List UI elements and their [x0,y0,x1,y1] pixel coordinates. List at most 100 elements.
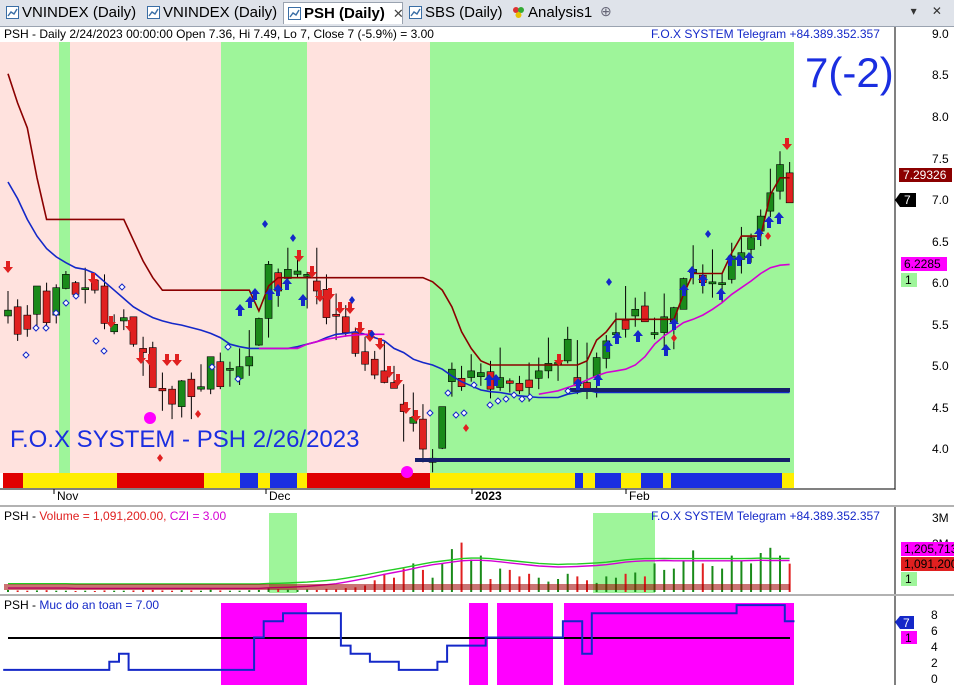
safety-pane-title: PSH - Muc do an toan = 7.00 [4,598,159,612]
x-tick-label: 2023 [475,489,502,503]
candle-body [216,361,225,387]
candle [206,356,215,395]
volume-bar [84,590,87,592]
volume-bar [7,589,9,592]
candle-body [747,237,755,250]
candle-body [708,281,717,285]
telegram-label: F.O.X SYSTEM Telegram +84.389.352.357 [651,27,880,41]
candle-body [370,358,379,376]
candle-body [245,356,254,367]
price-tick-label: 9.0 [932,27,949,41]
candle-body [293,270,302,275]
zone-pink [307,42,430,473]
price-tick-label: 6.0 [932,276,949,290]
chart-tab-icon [147,6,160,19]
volume-title-volume: Volume = 1,091,200.00, [39,509,169,523]
tab-bar: VNINDEX (Daily) VNINDEX (Daily) PSH (Dai… [0,0,954,27]
strip-seg-yellow [204,473,240,488]
price-tick-label: 5.5 [932,318,949,332]
price-pane[interactable]: 9.0 8.5 8.0 7.5 7.0 6.5 6.0 5.5 5.0 4.5 … [0,27,952,490]
candle-body [467,370,476,378]
candle-body [100,285,109,324]
strip-seg-blue [595,473,621,488]
candle-body [81,287,89,290]
chart-area[interactable]: 9.0 8.5 8.0 7.5 7.0 6.5 6.0 5.5 5.0 4.5 … [0,26,954,685]
candle-body [419,418,427,450]
zone-green [269,513,297,593]
safety-badge-value: 7 [903,616,910,630]
volume-bar [180,590,183,592]
volume-baseline-band [4,584,790,590]
zone-pink [0,42,59,473]
safety-title-prefix: PSH - [4,598,39,612]
volume-bar [35,590,38,592]
tab-psh[interactable]: PSH (Daily) ✕ [283,2,404,24]
volume-bar [209,589,212,592]
tab-sbs[interactable]: SBS (Daily) [405,2,503,24]
price-badge-last: 7 [904,193,911,207]
safety-tick-label: 4 [931,640,938,654]
candle-body [187,378,196,397]
volume-bar [74,590,77,592]
tab-vnindex-1[interactable]: VNINDEX (Daily) [2,2,136,24]
volume-bar [26,590,29,592]
candle-body [477,372,485,377]
safety-tick-label: 2 [931,656,938,670]
candle-body [4,309,12,317]
volume-bar [45,590,48,592]
volume-title-prefix: PSH - [4,509,39,523]
candle-body [621,319,630,330]
candle-body [650,332,659,335]
volume-bar [228,590,231,592]
volume-bar [55,590,58,592]
window-controls[interactable]: ▾ ✕ [911,4,948,18]
x-tick-label: Feb [629,489,650,503]
zone-green [221,42,307,473]
candle-body [631,308,640,317]
volume-bar [286,589,289,592]
zone-pink [70,42,221,473]
safety-pane[interactable]: PSH - Muc do an toan = 7.00 8 6 4 2 0 7 … [0,596,938,685]
strip-seg-red [117,473,204,488]
analysis-tab-icon [513,7,524,18]
tab-label: VNINDEX (Daily) [22,4,137,21]
candle-body [148,347,157,388]
safe-zone [564,603,794,685]
candle-body [177,380,186,407]
volume-bar [113,590,116,592]
volume-bar [103,590,106,592]
x-axis-bg [0,489,895,504]
volume-bar [93,590,96,592]
candle-body [438,406,447,449]
candle-body [525,379,533,388]
candle-body [139,348,147,353]
candle-body [158,388,167,392]
volume-title-czi: CZI = 3.00 [170,509,227,523]
watermark-label: F.O.X SYSTEM - PSH 2/26/2023 [10,426,359,453]
safe-zone [497,603,553,685]
chart-tab-icon [409,6,422,19]
price-pane-header: PSH - Daily 2/24/2023 00:00:00 Open 7.36… [4,27,434,41]
volume-bar [122,590,125,592]
strip-seg-yellow [782,473,794,488]
safety-tick-label: 0 [931,672,938,685]
volume-badge-czi: 1 [905,572,912,586]
tab-vnindex-2[interactable]: VNINDEX (Daily) [143,2,277,24]
price-tick-label: 8.0 [932,110,949,124]
candle-body [361,351,369,365]
price-badge-maroon: 7.29326 [903,168,947,182]
price-tick-label: 7.5 [932,152,949,166]
new-tab-icon[interactable]: ⊕ [600,3,612,20]
volume-pane[interactable]: PSH - Volume = 1,091,200.00, CZI = 3.00 … [0,507,954,596]
price-tick-label: 8.5 [932,68,949,82]
candle-body [505,380,514,384]
zone-shading [0,42,794,473]
candle-body [206,356,215,390]
tab-analysis[interactable]: Analysis1 [508,2,592,24]
close-icon[interactable]: ✕ [393,6,404,21]
strip-seg-yellow [430,473,575,488]
x-tick-label: Dec [269,489,290,503]
strip-seg-yellow [23,473,53,488]
price-tick-label: 4.0 [932,442,949,456]
candle-body [197,386,205,390]
